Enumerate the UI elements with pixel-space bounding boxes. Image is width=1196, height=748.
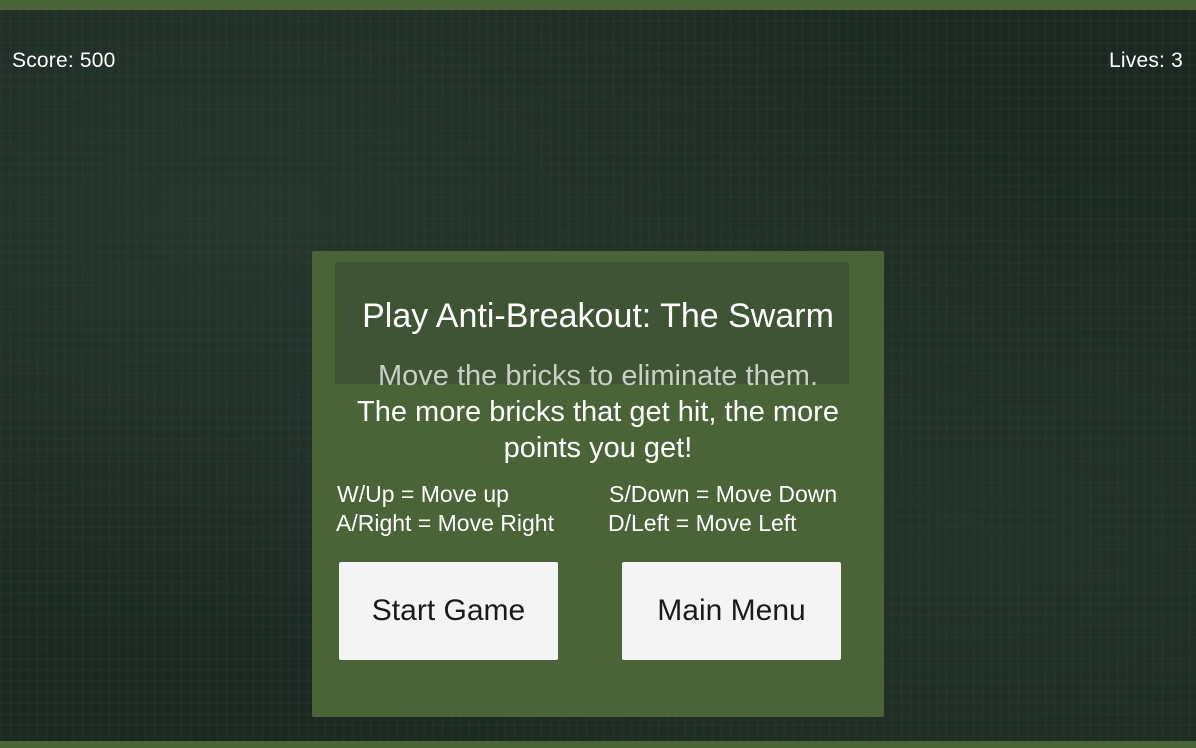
dialog-title: Play Anti-Breakout: The Swarm bbox=[362, 297, 834, 335]
start-game-button[interactable]: Start Game bbox=[339, 562, 558, 660]
start-dialog: Play Anti-Breakout: The Swarm Move the b… bbox=[312, 251, 884, 717]
game-screen: Score: 500 Lives: 3 Play Anti-Breakout: … bbox=[0, 0, 1196, 748]
description-line: points you get! bbox=[503, 432, 693, 464]
control-move-up: W/Up = Move up bbox=[337, 481, 509, 507]
control-move-left: D/Left = Move Left bbox=[608, 510, 797, 536]
score-display: Score: 500 bbox=[12, 49, 116, 72]
bottom-border bbox=[0, 741, 1196, 748]
control-move-right: A/Right = Move Right bbox=[336, 510, 554, 536]
description-line: The more bricks that get hit, the more bbox=[357, 396, 839, 428]
main-menu-button[interactable]: Main Menu bbox=[622, 562, 841, 660]
control-move-down: S/Down = Move Down bbox=[609, 481, 838, 507]
top-border bbox=[0, 0, 1196, 10]
description-line: Move the bricks to eliminate them. bbox=[377, 360, 818, 392]
lives-display: Lives: 3 bbox=[1109, 49, 1183, 72]
